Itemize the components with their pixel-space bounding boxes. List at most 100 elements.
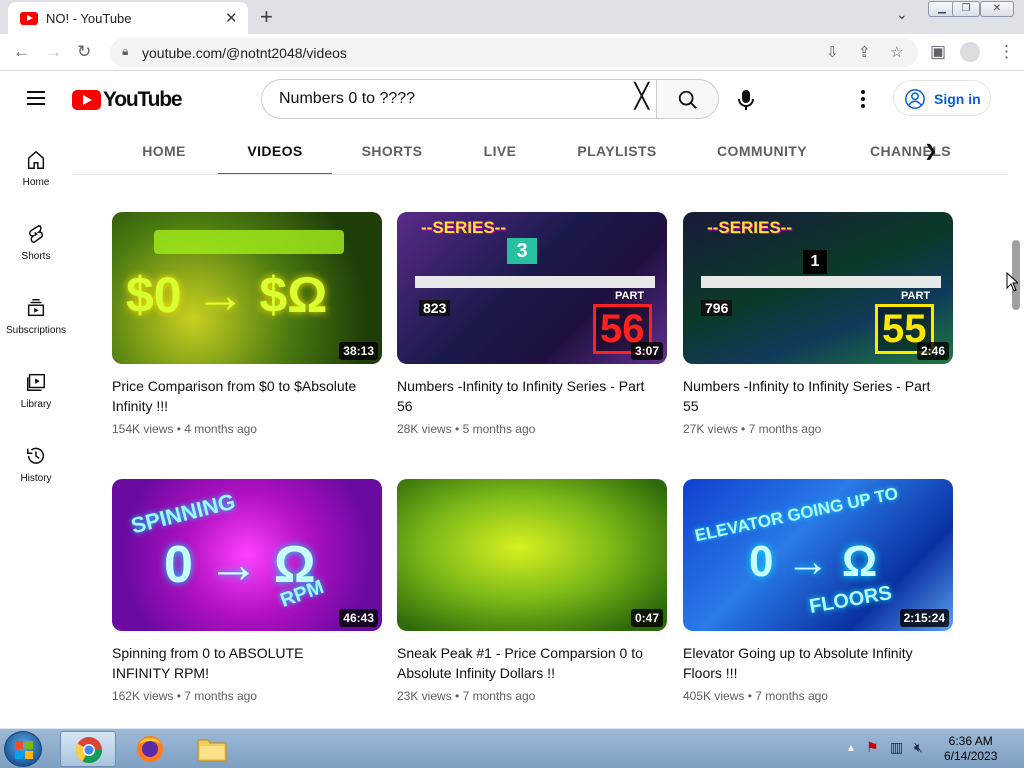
subscriptions-icon (27, 299, 45, 317)
video-card[interactable]: $0 → $Ω 38:13 Price Comparison from $0 t… (112, 212, 382, 436)
taskbar-explorer[interactable] (184, 731, 240, 767)
thumbnail-bar (415, 276, 655, 288)
channel-tabs: HOME VIDEOS SHORTS LIVE PLAYLISTS COMMUN… (72, 127, 1008, 175)
view-count: 154K views (112, 422, 174, 436)
video-thumbnail[interactable]: --SERIES-- 1 796 PART 55 2:46 (683, 212, 953, 364)
address-bar[interactable]: 🔒︎ youtube.com/@notnt2048/videos ⇩ ⇪ ☆ (110, 38, 918, 67)
library-icon (27, 373, 45, 391)
browser-toolbar: ← → ↻ 🔒︎ youtube.com/@notnt2048/videos ⇩… (0, 34, 1024, 71)
chrome-menu-icon[interactable]: ⋮ (998, 42, 1015, 62)
video-duration: 46:43 (339, 609, 378, 627)
browser-tab-strip: NO! - YouTube ✕ + ⌄ ▁ ❐ ✕ (0, 0, 1024, 34)
side-panel-icon[interactable]: ▣ (930, 42, 946, 62)
view-count: 162K views (112, 689, 174, 703)
video-title[interactable]: Price Comparison from $0 to $Absolute In… (112, 376, 362, 416)
guide-item-home[interactable]: Home (0, 149, 72, 188)
clock-date: 6/14/2023 (944, 749, 998, 763)
chevron-right-icon[interactable]: ❯ (924, 141, 937, 161)
browser-tab[interactable]: NO! - YouTube ✕ (8, 2, 248, 34)
video-metadata: 28K views • 5 months ago (397, 422, 536, 436)
bookmark-star-icon[interactable]: ☆ (890, 43, 903, 61)
account-circle-icon (905, 89, 925, 109)
lock-icon[interactable]: 🔒︎ (122, 44, 128, 59)
restore-button[interactable]: ❐ (952, 1, 980, 17)
tab-videos[interactable]: VIDEOS (218, 127, 332, 174)
thumbnail-zero-omega: 0 → Ω (749, 537, 878, 586)
back-icon[interactable]: ← (13, 42, 30, 62)
guide-item-library[interactable]: Library (0, 371, 72, 410)
video-thumbnail[interactable]: ELEVATOR GOING UP TO 0 → Ω FLOORS 2:15:2… (683, 479, 953, 631)
thumbnail-number: 796 (701, 300, 733, 316)
start-button[interactable] (4, 731, 42, 767)
guide-item-history[interactable]: History (0, 445, 72, 484)
video-card[interactable]: 0:47 Sneak Peak #1 - Price Comparsion 0 … (397, 479, 667, 703)
tab-live[interactable]: LIVE (464, 127, 536, 174)
upload-age: 7 months ago (462, 689, 536, 703)
video-title[interactable]: Numbers -Infinity to Infinity Series - P… (683, 376, 933, 416)
video-card[interactable]: SPINNING 0 → Ω RPM 46:43 Spinning from 0… (112, 479, 382, 703)
search-query[interactable]: Numbers 0 to ???? (279, 90, 415, 108)
tab-shorts[interactable]: SHORTS (352, 127, 432, 174)
guide-item-subscriptions[interactable]: Subscriptions (0, 297, 72, 336)
forward-icon[interactable]: → (45, 42, 62, 62)
view-count: 28K views (397, 422, 452, 436)
tab-channels[interactable]: CHANNELS (870, 127, 970, 174)
view-count: 27K views (683, 422, 738, 436)
video-metadata: 23K views • 7 months ago (397, 689, 536, 703)
share-icon[interactable]: ⇪ (858, 43, 871, 61)
youtube-masthead: YouTube Numbers 0 to ???? ╳ Sign in (0, 71, 1024, 127)
system-clock[interactable]: 6:36 AM 6/14/2023 (944, 734, 997, 764)
settings-more-icon[interactable] (861, 90, 867, 111)
video-thumbnail[interactable]: 0:47 (397, 479, 667, 631)
firefox-icon (137, 736, 163, 762)
thumbnail-bar (701, 276, 941, 288)
video-thumbnail[interactable]: --SERIES-- 3 823 PART 56 3:07 (397, 212, 667, 364)
clear-search-icon[interactable]: ╳ (635, 85, 649, 109)
thumbnail-series-label: --SERIES-- (707, 218, 792, 237)
reload-icon[interactable]: ↻ (77, 42, 91, 62)
video-thumbnail[interactable]: SPINNING 0 → Ω RPM 46:43 (112, 479, 382, 631)
video-title[interactable]: Elevator Going up to Absolute Infinity F… (683, 643, 933, 683)
video-card[interactable]: --SERIES-- 1 796 PART 55 2:46 Numbers -I… (683, 212, 953, 436)
video-duration: 3:07 (630, 342, 663, 360)
microphone-icon[interactable] (736, 89, 756, 111)
taskbar-chrome[interactable] (60, 731, 116, 767)
taskbar-firefox[interactable] (122, 731, 178, 767)
url-text[interactable]: youtube.com/@notnt2048/videos (142, 45, 347, 61)
tab-home[interactable]: HOME (124, 127, 204, 174)
install-app-icon[interactable]: ⇩ (826, 43, 839, 61)
youtube-logo[interactable]: YouTube (72, 88, 183, 112)
video-card[interactable]: ELEVATOR GOING UP TO 0 → Ω FLOORS 2:15:2… (683, 479, 953, 703)
new-tab-icon[interactable]: + (260, 4, 273, 30)
network-icon[interactable]: ▥ (890, 739, 903, 756)
guide-item-shorts[interactable]: Shorts (0, 223, 72, 262)
guide-menu-icon[interactable] (27, 91, 45, 105)
guide-label-library: Library (20, 399, 52, 410)
tray-expand-icon[interactable]: ▲ (846, 743, 856, 754)
tab-playlists[interactable]: PLAYLISTS (570, 127, 664, 174)
video-duration: 2:15:24 (899, 609, 949, 627)
view-count: 405K views (683, 689, 745, 703)
video-duration: 0:47 (630, 609, 663, 627)
video-card[interactable]: --SERIES-- 3 823 PART 56 3:07 Numbers -I… (397, 212, 667, 436)
search-button[interactable] (656, 79, 719, 119)
sign-in-label: Sign in (934, 91, 981, 107)
video-title[interactable]: Spinning from 0 to ABSOLUTE INFINITY RPM… (112, 643, 362, 683)
tab-community[interactable]: COMMUNITY (708, 127, 816, 174)
upload-age: 7 months ago (755, 689, 828, 703)
search-input[interactable]: Numbers 0 to ???? ╳ (261, 79, 657, 119)
close-window-button[interactable]: ✕ (980, 1, 1014, 17)
action-center-icon[interactable]: ⚑ (866, 739, 879, 756)
thumbnail-series-label: --SERIES-- (421, 218, 506, 237)
profile-avatar-icon[interactable] (960, 42, 980, 62)
video-title[interactable]: Numbers -Infinity to Infinity Series - P… (397, 376, 647, 416)
sign-in-button[interactable]: Sign in (893, 80, 991, 116)
tab-search-chevron-icon[interactable]: ⌄ (896, 6, 908, 23)
volume-muted-icon[interactable]: 🔇︎ (914, 739, 923, 756)
video-title[interactable]: Sneak Peak #1 - Price Comparsion 0 to Ab… (397, 643, 647, 683)
video-thumbnail[interactable]: $0 → $Ω 38:13 (112, 212, 382, 364)
thumbnail-part-label: PART (901, 290, 931, 302)
tab-close-icon[interactable]: ✕ (225, 9, 238, 27)
video-metadata: 27K views • 7 months ago (683, 422, 822, 436)
search-icon (678, 90, 697, 109)
